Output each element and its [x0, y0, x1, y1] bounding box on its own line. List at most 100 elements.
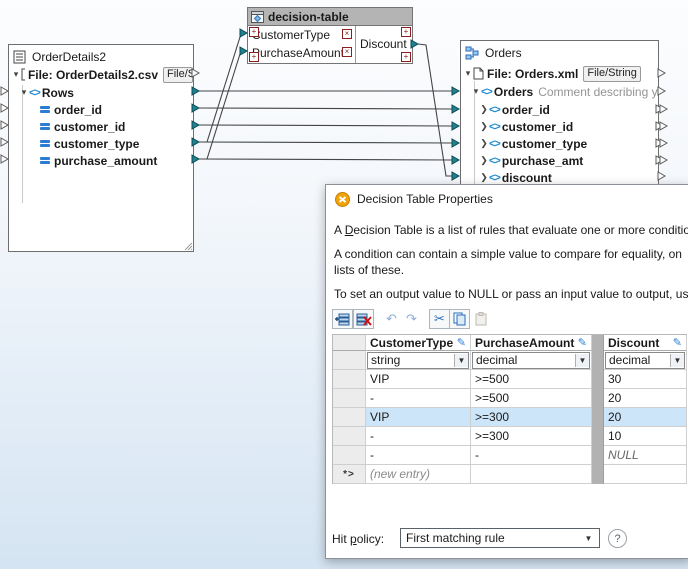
- edit-column-icon[interactable]: ✎: [578, 336, 587, 349]
- new-entry-cell[interactable]: [604, 465, 687, 484]
- decision-table-header[interactable]: decision-table: [248, 8, 412, 26]
- row-selector[interactable]: [333, 427, 366, 446]
- component-orders-header[interactable]: Orders: [461, 44, 658, 61]
- rule-cell-selected[interactable]: VIP: [366, 408, 471, 427]
- delete-input-icon[interactable]: ×: [342, 29, 352, 39]
- chevron-down-icon[interactable]: ▾: [471, 86, 481, 97]
- rule-cell[interactable]: -: [366, 389, 471, 408]
- tree-row-order-id[interactable]: order_id: [9, 101, 193, 118]
- tree-row-rows[interactable]: ▾ <> Rows: [9, 84, 193, 101]
- orders-output-port-customer-id2[interactable]: [660, 122, 667, 130]
- resize-handle[interactable]: [184, 242, 193, 251]
- component-orderdetails2-header[interactable]: OrderDetails2: [9, 48, 193, 65]
- tree-row-customer-id[interactable]: ❯ <> customer_id: [461, 118, 658, 135]
- column-header-discount[interactable]: Discount✎: [604, 335, 687, 351]
- chevron-right-icon[interactable]: ❯: [479, 121, 489, 132]
- row-selector[interactable]: [333, 370, 366, 389]
- delete-row-button[interactable]: [353, 309, 374, 329]
- add-input-icon[interactable]: +: [249, 27, 259, 37]
- rule-cell[interactable]: >=500: [471, 389, 592, 408]
- row-selector-selected[interactable]: [333, 408, 366, 427]
- column-header-customertype[interactable]: CustomerType✎: [366, 335, 471, 351]
- connection-purchase-amount-dt[interactable]: [207, 54, 240, 159]
- input-port-rows[interactable]: [1, 87, 8, 95]
- orders-input-port-customer-id[interactable]: [452, 122, 459, 130]
- chevron-down-icon[interactable]: ▾: [19, 87, 29, 98]
- dt-input-customertype[interactable]: CustomerType: [252, 28, 330, 42]
- hit-policy-dropdown[interactable]: First matching rule ▼: [400, 528, 600, 548]
- orders-input-port-purchase-amt[interactable]: [452, 156, 459, 164]
- tree-row-customer-id[interactable]: customer_id: [9, 118, 193, 135]
- rule-cell-selected[interactable]: >=300: [471, 408, 592, 427]
- tree-row-customer-type[interactable]: ❯ <> customer_type: [461, 135, 658, 152]
- file-row[interactable]: ▾ File: Orders.xml File/String: [461, 65, 658, 82]
- type-dropdown-discount[interactable]: decimal▼: [605, 352, 685, 369]
- input-port-order-id[interactable]: [1, 104, 8, 112]
- orders-output-port-file[interactable]: [658, 69, 665, 77]
- rule-cell[interactable]: 30: [604, 370, 687, 389]
- orders-output-port-discount[interactable]: [658, 172, 665, 180]
- component-orders[interactable]: Orders ▾ File: Orders.xml File/String ▾ …: [460, 40, 659, 192]
- tree-row-orders-root[interactable]: ▾ <> Orders Comment describing y: [461, 83, 658, 100]
- tree-row-order-id[interactable]: ❯ <> order_id: [461, 101, 658, 118]
- connection-customer-id[interactable]: [199, 125, 452, 126]
- add-output-icon[interactable]: +: [401, 52, 411, 62]
- chevron-down-icon[interactable]: ▾: [11, 69, 21, 80]
- dt-output-discount[interactable]: Discount: [360, 37, 407, 51]
- file-string-button[interactable]: File/String: [163, 67, 193, 83]
- dt-input-purchaseamount[interactable]: PurchaseAmount: [252, 46, 344, 60]
- insert-row-button[interactable]: [332, 309, 353, 329]
- rule-cell[interactable]: -: [366, 427, 471, 446]
- rule-cell[interactable]: >=500: [471, 370, 592, 389]
- file-string-button[interactable]: File/String: [583, 66, 641, 82]
- new-entry-cell[interactable]: [471, 465, 592, 484]
- connection-purchase-amount[interactable]: [199, 159, 452, 160]
- undo-button[interactable]: ↶: [381, 309, 402, 329]
- rule-cell-selected[interactable]: 20: [604, 408, 687, 427]
- type-dropdown-purchaseamount[interactable]: decimal▼: [472, 352, 590, 369]
- rule-cell[interactable]: -: [471, 446, 592, 465]
- dialog-titlebar[interactable]: Decision Table Properties: [326, 185, 688, 213]
- input-port-customer-type[interactable]: [1, 138, 8, 146]
- component-decision-table[interactable]: decision-table CustomerType PurchaseAmou…: [247, 7, 413, 64]
- orders-output-port-customer-type2[interactable]: [660, 139, 667, 147]
- connection-discount[interactable]: [418, 44, 452, 176]
- new-row-selector[interactable]: *>: [333, 465, 366, 484]
- redo-button[interactable]: ↷: [401, 309, 422, 329]
- help-button[interactable]: ?: [608, 529, 627, 548]
- chevron-right-icon[interactable]: ❯: [479, 138, 489, 149]
- orders-input-port-customer-type[interactable]: [452, 139, 459, 147]
- row-selector[interactable]: [333, 389, 366, 408]
- tree-row-purchase-amount[interactable]: purchase_amount: [9, 152, 193, 169]
- add-input-icon[interactable]: +: [249, 52, 259, 62]
- chevron-right-icon[interactable]: ❯: [479, 104, 489, 115]
- edit-column-icon[interactable]: ✎: [673, 336, 682, 349]
- dt-input-port-customertype[interactable]: [240, 29, 247, 37]
- file-row[interactable]: ▾ File: OrderDetails2.csv File/String: [9, 66, 193, 83]
- rule-cell[interactable]: >=300: [471, 427, 592, 446]
- new-entry-cell[interactable]: (new entry): [366, 465, 471, 484]
- rule-cell[interactable]: -: [366, 446, 471, 465]
- orders-output-port-root[interactable]: [658, 87, 665, 95]
- edit-column-icon[interactable]: ✎: [457, 336, 466, 349]
- delete-input-icon[interactable]: ×: [342, 47, 352, 57]
- row-selector[interactable]: [333, 446, 366, 465]
- rule-cell[interactable]: 10: [604, 427, 687, 446]
- orders-output-port-order-id2[interactable]: [660, 105, 667, 113]
- orders-input-port-root[interactable]: [452, 87, 459, 95]
- rule-cell[interactable]: VIP: [366, 370, 471, 389]
- connection-customer-type[interactable]: [199, 142, 452, 143]
- cut-button[interactable]: ✂: [429, 309, 450, 329]
- input-port-customer-id[interactable]: [1, 121, 8, 129]
- row-selector[interactable]: [333, 351, 366, 370]
- copy-button[interactable]: [449, 309, 470, 329]
- chevron-right-icon[interactable]: ❯: [479, 172, 489, 183]
- rule-cell[interactable]: 20: [604, 389, 687, 408]
- connection-order-id[interactable]: [199, 108, 452, 109]
- chevron-down-icon[interactable]: ▾: [463, 68, 473, 79]
- component-orderdetails2[interactable]: OrderDetails2 ▾ File: OrderDetails2.csv …: [8, 44, 194, 252]
- orders-input-port-discount[interactable]: [452, 172, 459, 180]
- column-header-purchaseamount[interactable]: PurchaseAmount✎: [471, 335, 592, 351]
- rule-cell-null[interactable]: NULL: [604, 446, 687, 465]
- orders-input-port-order-id[interactable]: [452, 105, 459, 113]
